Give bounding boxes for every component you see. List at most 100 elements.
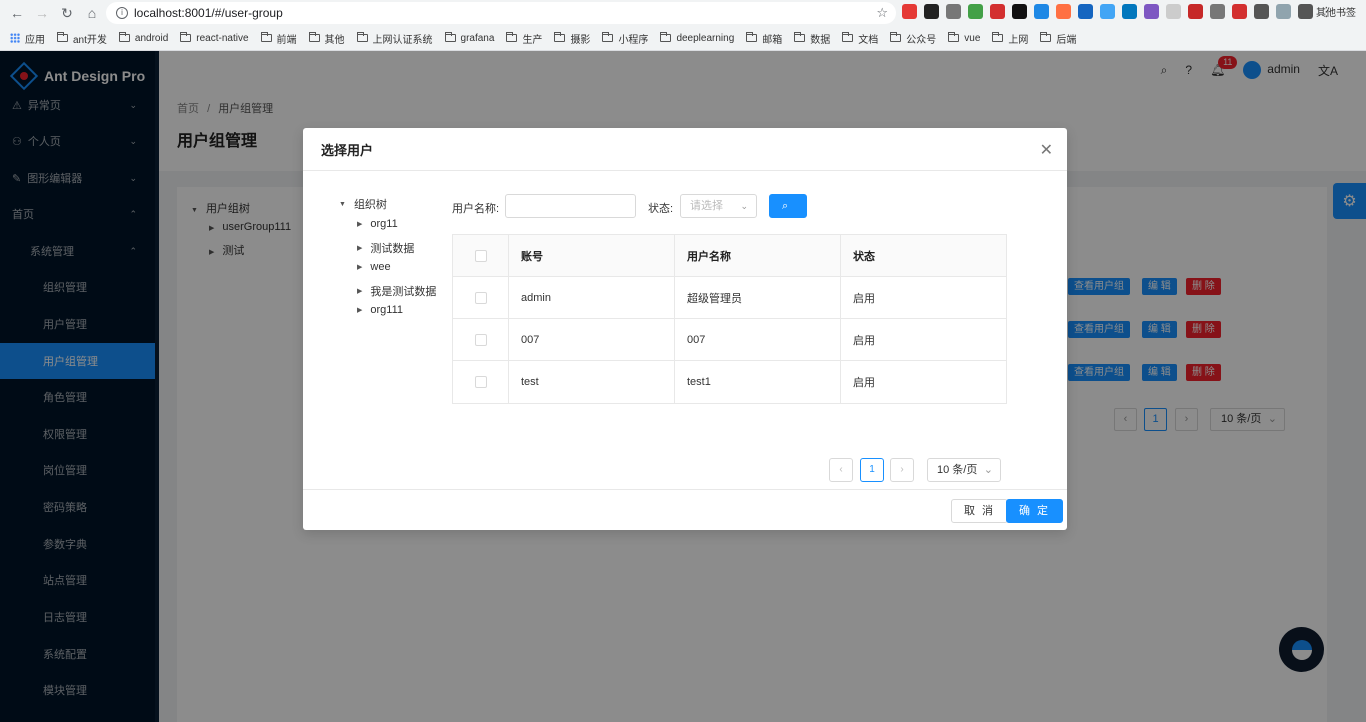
url-text: localhost:8001/#/user-group (134, 6, 283, 20)
table-row[interactable]: admin 超级管理员 启用 (453, 277, 1006, 319)
reload-icon[interactable]: ↻ (56, 2, 78, 24)
bookmark-item[interactable]: 摄影 (554, 31, 590, 46)
bookmark-item[interactable]: grafana (444, 32, 494, 44)
extensions-bar: ⋮ (902, 4, 1333, 19)
caret-right-icon: ▶ (357, 244, 363, 252)
home-icon[interactable]: ⌂ (81, 2, 103, 24)
bookmark-label: 前端 (276, 34, 297, 46)
table-header-row: 账号 用户名称 状态 (453, 235, 1006, 277)
folder-icon (444, 32, 456, 42)
next-page-button[interactable]: › (890, 458, 914, 482)
user-name-cell: 超级管理员 (675, 277, 841, 318)
status-select[interactable]: 请选择 ⌄ (680, 194, 757, 218)
prev-page-button[interactable]: ‹ (829, 458, 853, 482)
user-name-input[interactable] (505, 194, 636, 218)
ok-button[interactable]: 确 定 (1006, 499, 1064, 523)
modal-title: 选择用户 (321, 142, 374, 158)
back-icon[interactable]: ← (6, 2, 28, 24)
cancel-button[interactable]: 取 消 (951, 499, 1009, 523)
bookmark-item[interactable]: 文档 (842, 31, 878, 46)
bookmark-item[interactable]: ant开发 (57, 31, 107, 46)
caret-right-icon: ▶ (357, 307, 363, 314)
row-checkbox[interactable] (474, 376, 487, 388)
caret-down-icon: ▼ (339, 200, 346, 208)
org-tree-node[interactable]: ▶ org111 (357, 304, 403, 316)
org-tree-root[interactable]: ▼ 组织树 (339, 196, 387, 212)
org-tree-node-label: org111 (370, 304, 404, 316)
extension-icon[interactable] (946, 4, 961, 19)
user-name-cell: 007 (675, 319, 841, 360)
bookmark-item[interactable]: 小程序 (602, 31, 648, 46)
extension-icon[interactable] (990, 4, 1005, 19)
forward-icon[interactable]: → (31, 2, 53, 24)
status-cell: 启用 (853, 292, 875, 305)
bookmark-label: 小程序 (618, 34, 649, 46)
bookmark-item[interactable]: 数据 (794, 31, 830, 46)
close-icon[interactable]: ✕ (1040, 140, 1053, 160)
other-bookmarks[interactable]: 其他书签 (1300, 4, 1356, 19)
folder-icon (1300, 5, 1311, 16)
extension-icon[interactable] (1056, 4, 1071, 19)
folder-icon (506, 32, 518, 42)
bookmark-item[interactable]: 上网 (992, 31, 1028, 46)
org-tree-node[interactable]: ▶ 我是测试数据 (357, 283, 436, 299)
page-size-select[interactable]: 10 条/页 ⌄ (927, 458, 1001, 482)
bookmark-label: ant开发 (73, 34, 107, 46)
extension-icon[interactable] (1188, 4, 1203, 19)
org-tree-root-label: 组织树 (353, 199, 387, 211)
user-table: 账号 用户名称 状态 admin 超级管理员 启用 007 007 启用 test test1 启用 (452, 234, 1007, 404)
bookmark-item[interactable]: 前端 (260, 31, 297, 46)
select-all-checkbox[interactable] (474, 249, 487, 262)
org-tree-node[interactable]: ▶ 测试数据 (357, 240, 414, 256)
row-checkbox[interactable] (474, 291, 487, 304)
bookmark-label: 后端 (1056, 34, 1077, 46)
bookmark-item[interactable]: react-native (180, 32, 249, 44)
org-tree-node-label: 测试数据 (370, 242, 415, 255)
bookmark-item[interactable]: 上网认证系统 (356, 31, 433, 46)
bookmark-item[interactable]: android (118, 32, 168, 44)
extension-icon[interactable] (902, 4, 917, 19)
org-tree-node-label: wee (370, 261, 391, 273)
row-select-cell (453, 277, 509, 318)
bookmark-item[interactable]: 公众号 (890, 31, 936, 46)
search-button[interactable]: ⌕搜索 (769, 194, 808, 256)
bookmark-label: 其他 (324, 34, 345, 46)
search-icon: ⌕ (782, 200, 789, 212)
account-cell: test (509, 361, 675, 403)
address-bar[interactable]: i localhost:8001/#/user-group ☆ (106, 2, 896, 24)
bookmark-label: deeplearning (676, 32, 735, 44)
bookmark-item[interactable]: 应用 (10, 31, 45, 46)
folder-icon (1040, 32, 1052, 42)
chevron-down-icon: ⌄ (983, 464, 993, 476)
org-tree-node[interactable]: ▶ org11 (357, 218, 398, 230)
page-1-button[interactable]: 1 (860, 458, 884, 482)
extension-icon[interactable] (1034, 4, 1049, 19)
extension-icon[interactable] (1012, 4, 1027, 19)
extension-icon[interactable] (1122, 4, 1137, 19)
table-row[interactable]: 007 007 启用 (453, 319, 1006, 361)
bookmark-item[interactable]: deeplearning (660, 32, 735, 44)
extension-icon[interactable] (1254, 4, 1269, 19)
row-checkbox[interactable] (474, 333, 487, 346)
chevron-down-icon: ⌄ (740, 201, 748, 211)
org-tree-node[interactable]: ▶ wee (357, 261, 391, 273)
caret-right-icon: ▶ (357, 221, 363, 228)
extension-icon[interactable] (1232, 4, 1247, 19)
bookmark-star-icon[interactable]: ☆ (876, 5, 888, 21)
extension-icon[interactable] (1100, 4, 1115, 19)
bookmark-item[interactable]: 后端 (1040, 31, 1076, 46)
extension-icon[interactable] (1276, 4, 1291, 19)
extension-icon[interactable] (1210, 4, 1225, 19)
bookmark-item[interactable]: 生产 (506, 31, 542, 46)
extension-icon[interactable] (924, 4, 939, 19)
bookmark-item[interactable]: 其他 (308, 31, 345, 46)
site-info-icon[interactable]: i (116, 7, 128, 19)
caret-right-icon: ▶ (357, 264, 363, 271)
extension-icon[interactable] (968, 4, 983, 19)
extension-icon[interactable] (1166, 4, 1181, 19)
extension-icon[interactable] (1078, 4, 1093, 19)
table-row[interactable]: test test1 启用 (453, 361, 1006, 403)
bookmark-item[interactable]: 邮箱 (746, 31, 782, 46)
extension-icon[interactable] (1144, 4, 1159, 19)
bookmark-item[interactable]: vue (948, 32, 980, 44)
